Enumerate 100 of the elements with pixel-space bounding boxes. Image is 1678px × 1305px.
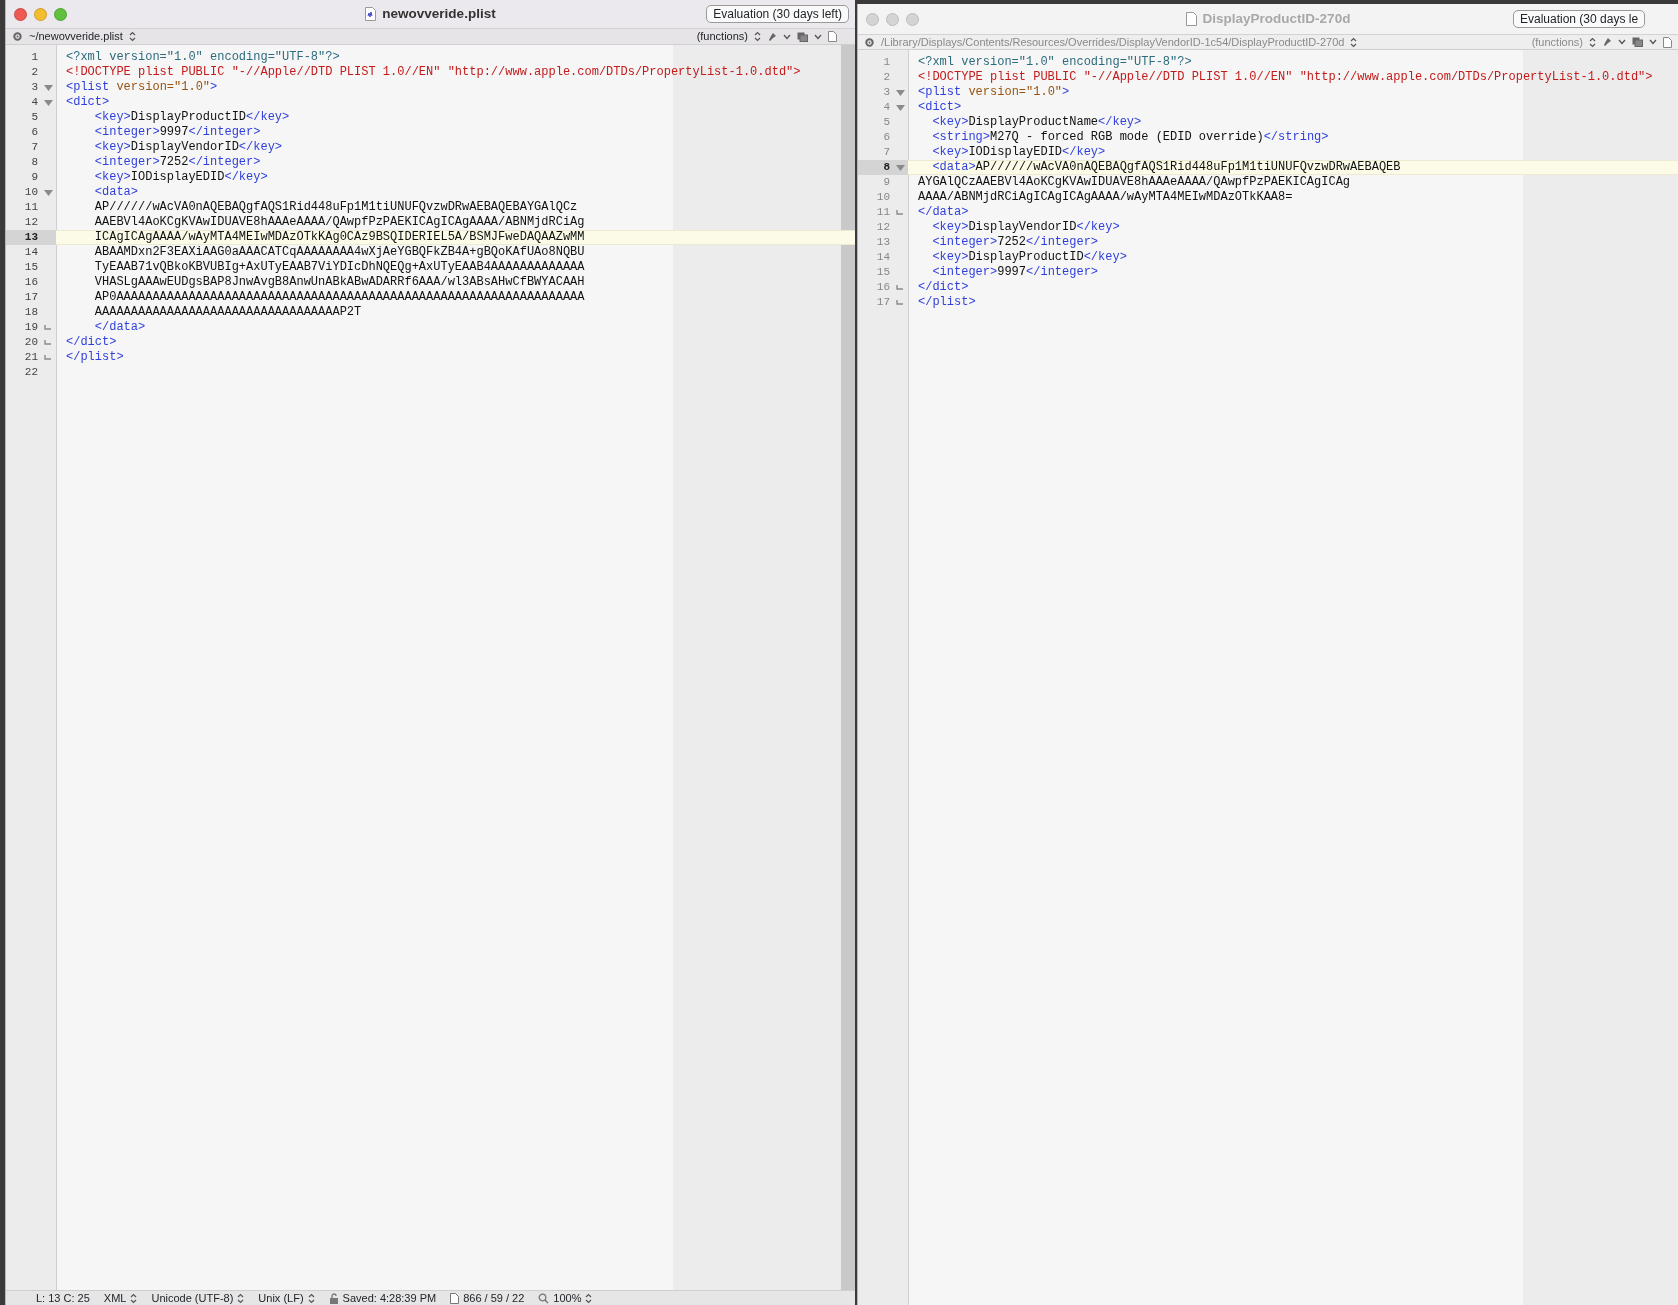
code-line: <string>M27Q - forced RGB mode (EDID override)</string> [931,130,1330,145]
up-down-arrows-icon[interactable] [754,31,761,42]
line-number: 5 [883,115,890,130]
line-number: 14 [876,250,890,265]
fold-end-icon[interactable] [44,325,52,330]
up-down-arrows-icon[interactable] [128,31,136,42]
line-number: 18 [24,305,38,320]
status-menu[interactable]: Unix (LF) [258,1289,304,1305]
line-number: 8 [883,160,890,175]
up-down-arrows-icon[interactable] [130,1292,138,1304]
windows-icon[interactable] [797,31,808,42]
line-number: 10 [24,185,38,200]
file-path[interactable]: ~/newovveride.plist [29,28,123,45]
line-number: 15 [24,260,38,275]
evaluation-button[interactable]: Evaluation (30 days le [1513,10,1646,28]
fold-end-icon[interactable] [44,355,52,360]
line-number: 10 [876,190,890,205]
status-text: L: 13 C: 25 [36,1290,90,1305]
fold-end-icon[interactable] [896,210,904,215]
fold-triangle-icon[interactable] [895,89,905,96]
code-line: <plist version="1.0"> [917,85,1071,100]
document-icon [450,1292,460,1304]
document-icon[interactable] [1663,36,1672,48]
chevron-down-icon[interactable] [1649,39,1657,45]
functions-menu[interactable]: (functions) [696,28,748,45]
code-line: ABAAMDxn2F3EAXiAAG0aAAACATCqAAAAAAAA4wXjAeYGBQFkZB4A+gBQoKAfUAo8NQBU [93,245,586,260]
line-number: 7 [883,145,890,160]
line-number: 2 [31,65,38,80]
up-down-arrows-icon[interactable] [1589,36,1596,48]
line-number: 16 [24,275,38,290]
line-number: 9 [31,170,38,185]
lock-icon [328,1292,339,1304]
code-line: <plist version="1.0"> [65,80,219,95]
line-number: 14 [24,245,38,260]
evaluation-button[interactable]: Evaluation (30 days left) [706,5,849,23]
status-menu[interactable]: Unicode (UTF-8) [151,1289,234,1305]
fold-triangle-icon[interactable] [43,189,53,196]
line-number: 9 [883,175,890,190]
code-line: <integer>7252</integer> [931,235,1100,250]
status-menu[interactable]: 100% [553,1289,582,1305]
code-line: AYGAlQCzAAEBVl4AoKCgKVAwIDUAVE8hAAAeAAAA/QAwpfPzPAEKICAgICAg [917,175,1352,190]
line-number: 16 [876,280,890,295]
line-number: 17 [24,290,38,305]
up-down-arrows-icon[interactable] [307,1292,315,1304]
line-number: 12 [876,220,890,235]
fold-triangle-icon[interactable] [43,99,53,106]
fold-end-icon[interactable] [44,340,52,345]
settings-icon[interactable] [12,31,23,42]
line-number: 17 [876,295,890,310]
line-number: 7 [31,140,38,155]
chevron-down-icon[interactable] [1618,39,1626,45]
line-number: 4 [883,100,890,115]
code-line: </dict> [65,335,118,350]
code-line: <key>DisplayProductName</key> [931,115,1143,130]
code-line: <!DOCTYPE plist PUBLIC "-//Apple//DTD PLIST 1.0//EN" "http://www.apple.com/DTDs/PropertyList-1.0.dtd"> [65,65,802,80]
code-line: <?xml version="1.0" encoding="UTF-8"?> [65,50,341,65]
line-number: 6 [31,125,38,140]
code-line: <dict> [917,100,963,115]
line-number: 4 [31,95,38,110]
code-line: <?xml version="1.0" encoding="UTF-8"?> [917,55,1193,70]
chevron-down-icon[interactable] [783,33,791,40]
code-line: <key>IODisplayEDID</key> [931,145,1107,160]
windows-icon[interactable] [1632,37,1643,47]
fold-triangle-icon[interactable] [895,104,905,111]
line-number: 21 [24,350,38,365]
line-number: 11 [24,200,38,215]
up-down-arrows-icon[interactable] [237,1292,245,1304]
code-line: AP//////wAcVA0nAQEBAQgfAQS1Rid448uFp1M1tiUNUFQvzwDRwAEBAQEBAYGAlQCz [93,200,579,215]
code-line: </data> [93,320,147,335]
code-line: AAAA/ABNMjdRCiAgICAgICAgAAAA/wAyMTA4MEIwMDAzOTkKAA8= [917,190,1294,205]
fold-triangle-icon[interactable] [43,84,53,91]
code-line: <key>DisplayVendorID</key> [93,140,284,155]
pin-icon[interactable] [767,31,777,42]
settings-icon[interactable] [864,36,875,48]
window-title: newovveride.plist [382,4,496,23]
status-text: Saved: 4:28:39 PM [342,1290,437,1305]
line-number: 13 [876,235,890,250]
line-number: 3 [883,85,890,100]
chevron-down-icon[interactable] [814,33,822,40]
code-line: <integer>9997</integer> [93,125,262,140]
code-line: <data> [93,185,139,200]
code-line: AAEBVl4AoKCgKVAwIDUAVE8hAAAeAAAA/QAwpfPzPAEKICAgICAgAAAA/ABNMjdRCiAg [93,215,586,230]
fold-end-icon[interactable] [896,300,904,305]
line-number: 13 [24,230,38,245]
document-icon[interactable] [828,31,837,42]
code-line: <key>DisplayProductID</key> [93,110,291,125]
fold-end-icon[interactable] [896,285,904,290]
pin-icon[interactable] [1602,37,1612,47]
fold-triangle-icon[interactable] [895,164,905,171]
code-line: </dict> [917,280,970,295]
document-icon [1185,12,1197,26]
code-line: <key>DisplayVendorID</key> [931,220,1121,235]
line-number: 3 [31,80,38,95]
up-down-arrows-icon[interactable] [1350,36,1358,48]
code-line: <key>IODisplayEDID</key> [93,170,269,185]
up-down-arrows-icon[interactable] [585,1292,593,1304]
line-number: 19 [24,320,38,335]
line-number: 8 [31,155,38,170]
code-line: <integer>9997</integer> [931,265,1100,280]
status-menu[interactable]: XML [103,1289,127,1305]
